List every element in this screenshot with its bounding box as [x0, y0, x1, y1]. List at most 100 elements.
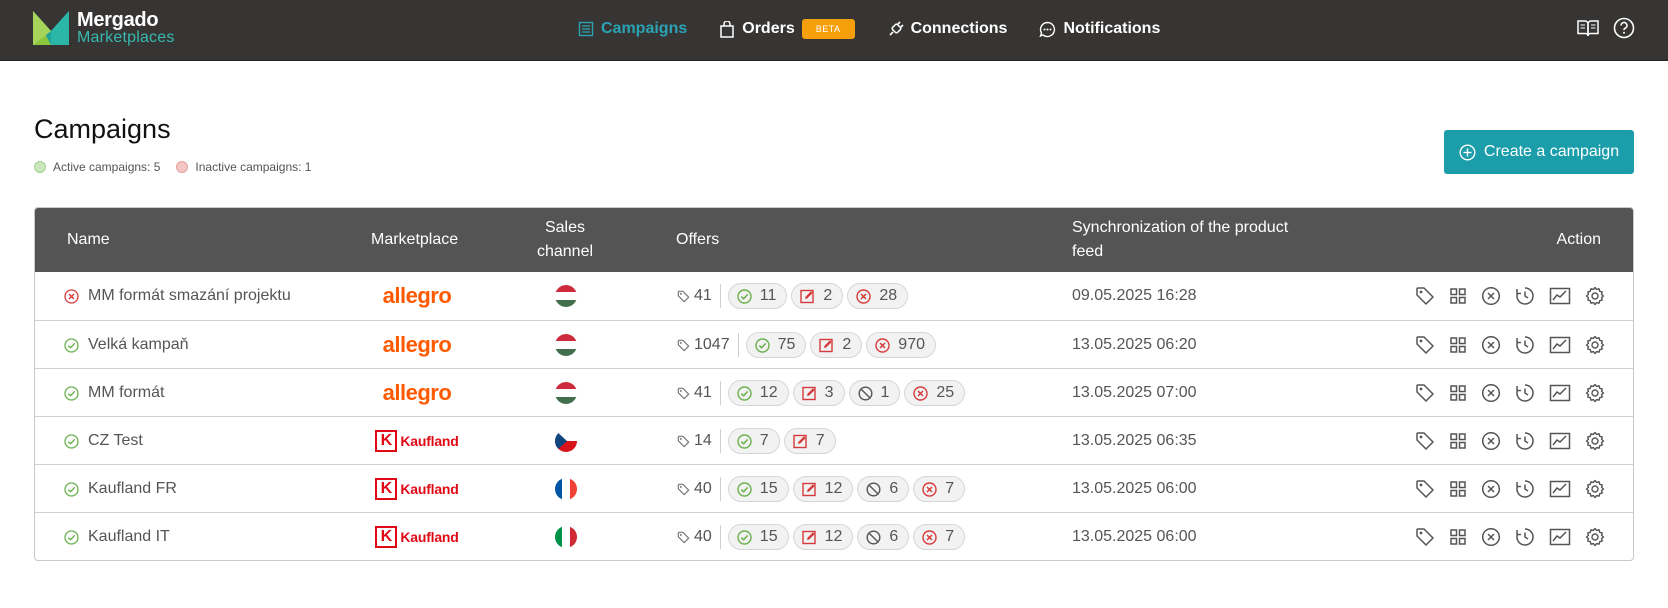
error-pill-count: 25 [936, 384, 955, 401]
close-circle-icon[interactable] [1481, 383, 1501, 403]
nav-campaigns[interactable]: Campaigns [578, 20, 687, 38]
book-icon[interactable] [1577, 19, 1599, 37]
error-pill[interactable]: 7 [913, 476, 966, 502]
grid-icon[interactable] [1449, 287, 1467, 305]
nav-connections-label: Connections [910, 20, 1008, 37]
error-circle-icon [913, 385, 936, 401]
offer-total: 40 [677, 477, 721, 501]
mergado-logo[interactable]: Mergado Marketplaces [33, 10, 175, 46]
header-icons [1563, 17, 1635, 39]
tag-icon[interactable] [1415, 479, 1435, 499]
help-icon[interactable] [1613, 17, 1635, 39]
chart-icon[interactable] [1549, 528, 1571, 546]
tag-icon[interactable] [1415, 335, 1435, 355]
ok-pill[interactable]: 12 [727, 380, 789, 406]
close-circle-icon[interactable] [1481, 479, 1501, 499]
tag-icon[interactable] [1415, 527, 1435, 547]
campaign-name[interactable]: MM formát smazání projektu [88, 287, 291, 305]
ok-pill[interactable]: 15 [727, 524, 789, 550]
blocked-pill[interactable]: 6 [857, 476, 910, 502]
row-actions [1401, 321, 1605, 369]
campaign-name[interactable]: CZ Test [88, 432, 143, 450]
grid-icon[interactable] [1449, 432, 1467, 450]
campaign-name[interactable]: Kaufland IT [88, 528, 170, 546]
settings-icon[interactable] [1585, 527, 1605, 547]
check-circle-icon [737, 481, 760, 497]
edited-pill[interactable]: 2 [810, 332, 863, 358]
history-icon[interactable] [1515, 527, 1535, 547]
campaign-name[interactable]: MM formát [88, 384, 164, 402]
chart-icon[interactable] [1549, 384, 1571, 402]
history-icon[interactable] [1515, 383, 1535, 403]
table-row[interactable]: Kaufland FR K Kaufland 40 15 12 6 7 13.05.2025 0… [35, 464, 1633, 512]
blocked-pill[interactable]: 6 [857, 524, 910, 550]
status-active-icon [64, 385, 79, 401]
col-sales-channel: Sales channel [515, 208, 615, 272]
edited-pill[interactable]: 7 [783, 428, 836, 454]
table-row[interactable]: Velká kampaň allegro 1047 75 2 970 13.05.2025 … [35, 320, 1633, 368]
status-active-icon [64, 529, 79, 545]
nav-campaigns-label: Campaigns [601, 20, 688, 37]
error-pill[interactable]: 25 [904, 380, 966, 406]
nav-connections[interactable]: Connections [887, 20, 1008, 38]
table-row[interactable]: MM formát allegro 41 12 3 1 25 13.05.2025 07:00 [35, 368, 1633, 416]
ok-pill-count: 75 [777, 336, 796, 353]
close-circle-icon[interactable] [1481, 431, 1501, 451]
grid-icon[interactable] [1449, 528, 1467, 546]
table-row[interactable]: Kaufland IT K Kaufland 40 15 12 6 7 13.05.2025 0… [35, 512, 1633, 560]
edited-pill[interactable]: 12 [792, 524, 854, 550]
chart-icon[interactable] [1549, 432, 1571, 450]
error-pill[interactable]: 28 [847, 283, 909, 309]
nav-notifications[interactable]: Notifications [1039, 20, 1160, 38]
col-sales-channel-line1: Sales [544, 219, 586, 236]
history-icon[interactable] [1515, 479, 1535, 499]
settings-icon[interactable] [1585, 431, 1605, 451]
settings-icon[interactable] [1585, 383, 1605, 403]
edited-pill[interactable]: 3 [792, 380, 845, 406]
blocked-pill[interactable]: 1 [848, 380, 901, 406]
edited-pill[interactable]: 2 [791, 283, 844, 309]
campaign-name[interactable]: Velká kampaň [88, 336, 189, 354]
col-sync: Synchronization of the product feed [1072, 208, 1288, 272]
chart-icon[interactable] [1549, 480, 1571, 498]
tag-icon[interactable] [1415, 431, 1435, 451]
plug-icon [888, 20, 904, 36]
ok-pill[interactable]: 7 [727, 428, 780, 454]
error-pill[interactable]: 970 [866, 332, 936, 358]
close-circle-icon[interactable] [1481, 527, 1501, 547]
edited-pill-count: 2 [842, 336, 852, 353]
settings-icon[interactable] [1585, 479, 1605, 499]
campaign-name[interactable]: Kaufland FR [88, 480, 177, 498]
ok-pill-count: 15 [759, 480, 778, 497]
nav-orders[interactable]: Orders BETA [719, 19, 855, 39]
settings-icon[interactable] [1585, 286, 1605, 306]
grid-icon[interactable] [1449, 336, 1467, 354]
ok-pill[interactable]: 75 [745, 332, 807, 358]
nav-orders-label: Orders [742, 20, 795, 37]
chart-icon[interactable] [1549, 287, 1571, 305]
tag-icon[interactable] [1415, 383, 1435, 403]
edited-pill[interactable]: 12 [792, 476, 854, 502]
create-campaign-button[interactable]: Create a campaign [1444, 130, 1634, 174]
grid-icon[interactable] [1449, 384, 1467, 402]
close-circle-icon[interactable] [1481, 286, 1501, 306]
tag-icon[interactable] [1415, 286, 1435, 306]
grid-icon[interactable] [1449, 480, 1467, 498]
table-row[interactable]: MM formát smazání projektu allegro 41 11 2 28… [35, 272, 1633, 320]
flag-hu-icon [555, 369, 577, 417]
error-pill[interactable]: 7 [913, 524, 966, 550]
close-circle-icon[interactable] [1481, 335, 1501, 355]
settings-icon[interactable] [1585, 335, 1605, 355]
error-pill-count: 7 [945, 480, 955, 497]
logo-text-mergado: Mergado [77, 9, 159, 31]
error-pill-count: 970 [898, 336, 925, 353]
history-icon[interactable] [1515, 431, 1535, 451]
ok-pill[interactable]: 15 [727, 476, 789, 502]
table-row[interactable]: CZ Test K Kaufland 14 7 7 13.05.2025 06:35 [35, 416, 1633, 464]
offer-total: 1047 [677, 333, 739, 357]
ok-pill[interactable]: 11 [727, 283, 788, 309]
history-icon[interactable] [1515, 286, 1535, 306]
history-icon[interactable] [1515, 335, 1535, 355]
chart-icon[interactable] [1549, 336, 1571, 354]
edit-icon [793, 434, 816, 449]
